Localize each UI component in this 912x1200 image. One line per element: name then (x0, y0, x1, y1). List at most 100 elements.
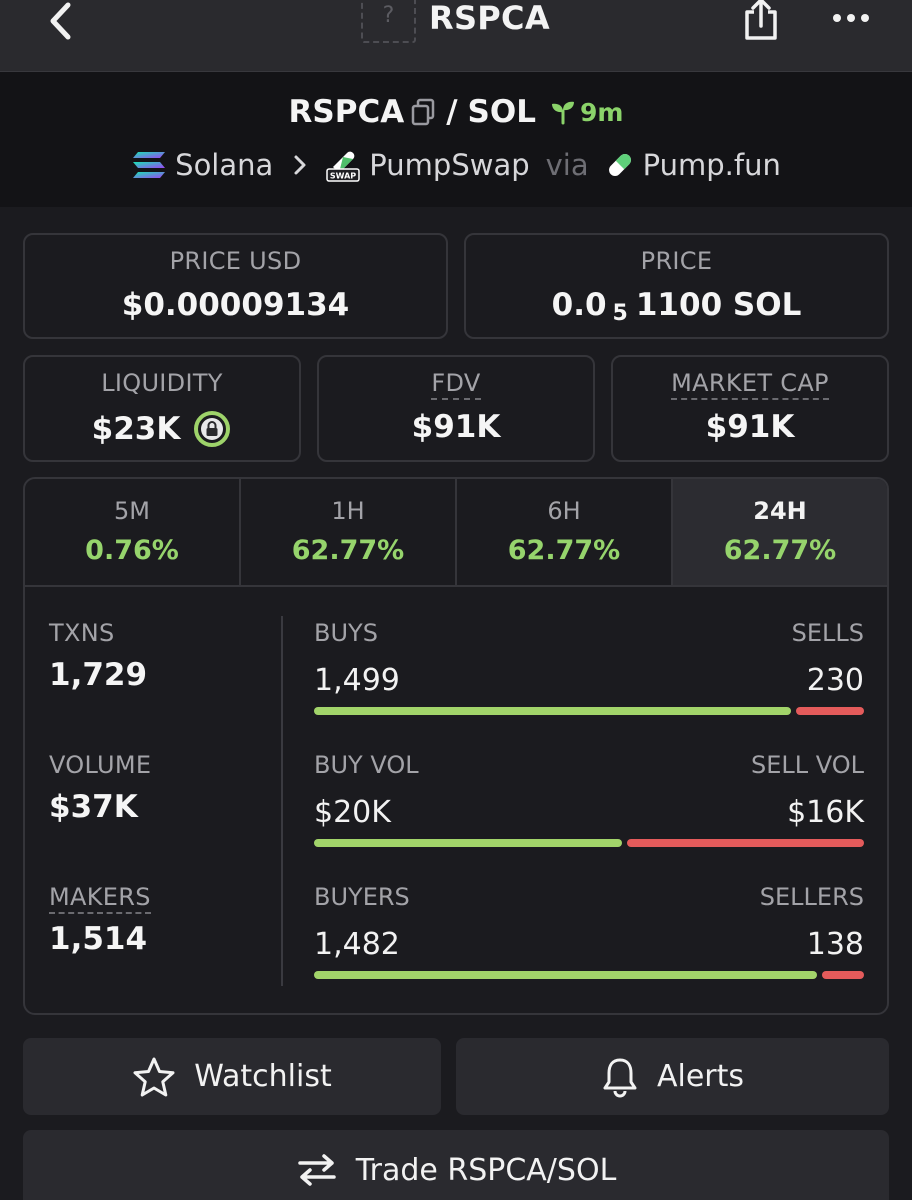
tab-24h[interactable]: 24H 62.77% (673, 479, 887, 585)
fdv-label[interactable]: FDV (431, 369, 481, 400)
sellers-label: SELLERS (759, 883, 864, 911)
base-token-symbol: RSPCA (288, 94, 405, 130)
copy-icon (411, 98, 435, 126)
price-usd-card: PRICE USD $0.00009134 (23, 233, 448, 339)
launchpad-name-link[interactable]: Pump.fun (643, 148, 781, 182)
sells-label: SELLS (791, 619, 864, 647)
seedling-icon (551, 101, 574, 125)
market-cap-value: $91K (613, 409, 887, 445)
more-dots-icon (833, 14, 869, 22)
pair-title: RSPCA / SOL 9m (0, 90, 912, 134)
price-zero-count: 5 (612, 300, 628, 326)
price-usd-value: $0.00009134 (25, 287, 446, 323)
buyers-label: BUYERS (314, 883, 410, 911)
dex-name-link[interactable]: PumpSwap (369, 148, 529, 182)
share-button[interactable] (736, 0, 786, 44)
price-native-prefix: 0.0 (551, 287, 607, 323)
star-icon (132, 1056, 176, 1098)
liquidity-text: $23K (91, 411, 181, 447)
fdv-text: $91K (411, 409, 501, 445)
price-usd-label: PRICE USD (169, 247, 302, 275)
tab-6h[interactable]: 6H 62.77% (457, 479, 673, 585)
back-button[interactable] (36, 0, 86, 44)
makers-metric: MAKERS 1,514 (49, 883, 151, 957)
alerts-button[interactable]: Alerts (456, 1038, 889, 1115)
makers-value: 1,514 (49, 921, 148, 957)
buyers-sellers-group: BUYERS SELLERS 1,482 138 (314, 883, 864, 983)
makers-label-wrap: MAKERS (49, 883, 151, 914)
chain-name-link[interactable]: Solana (175, 148, 273, 182)
trade-label: Trade RSPCA/SOL (355, 1152, 617, 1188)
price-native-card: PRICE 0.0 5 1100 SOL (464, 233, 889, 339)
price-native-value: 0.0 5 1100 SOL (466, 287, 887, 326)
watchlist-button[interactable]: Watchlist (23, 1038, 441, 1115)
volume-split-group: BUY VOL SELL VOL $20K $16K (314, 751, 864, 851)
buys-value: 1,499 (314, 663, 400, 698)
tab-label: 5M (114, 497, 150, 525)
sellers-bar-segment (822, 971, 864, 979)
volume-ratio-bar (314, 839, 864, 847)
makers-label[interactable]: MAKERS (49, 883, 151, 914)
lock-icon[interactable] (192, 409, 232, 449)
tab-label: 6H (547, 497, 581, 525)
volume-value: $37K (49, 789, 138, 825)
fdv-value: $91K (319, 409, 593, 445)
pair-separator: / (446, 94, 458, 130)
via-label: via (545, 148, 589, 182)
price-native-suffix: 1100 SOL (635, 287, 802, 323)
pumpswap-icon: SWAP (325, 147, 361, 183)
tab-label: 24H (753, 497, 807, 525)
buys-sells-ratio-bar (314, 707, 864, 715)
trade-button[interactable]: Trade RSPCA/SOL (23, 1130, 889, 1200)
price-usd-text: $0.00009134 (121, 287, 350, 323)
tab-change: 62.77% (507, 535, 621, 566)
timeframe-tabs: 5M 0.76% 1H 62.77% 6H 62.77% 24H 62.77% (25, 479, 887, 587)
chevron-right-icon (293, 154, 307, 176)
svg-text:SWAP: SWAP (330, 172, 356, 181)
buyers-bar-segment (314, 971, 818, 979)
market-cap-text: $91K (705, 409, 795, 445)
tab-5m[interactable]: 5M 0.76% (25, 479, 241, 585)
token-avatar-placeholder: ? (361, 0, 416, 43)
tab-change: 0.76% (85, 535, 179, 566)
market-cap-card: MARKET CAP $91K (611, 355, 889, 462)
price-native-label: PRICE (640, 247, 713, 275)
pair-age-text: 9m (579, 97, 624, 127)
volume-label: VOLUME (49, 751, 152, 779)
sell-vol-value: $16K (787, 795, 864, 830)
copy-address-button[interactable] (410, 98, 436, 126)
sell-vol-label: SELL VOL (750, 751, 864, 779)
swap-arrows-icon (296, 1153, 338, 1187)
quote-token-symbol: SOL (467, 94, 536, 130)
buy-bar-segment (314, 707, 791, 715)
tab-change: 62.77% (723, 535, 837, 566)
buyers-ratio-bar (314, 971, 864, 979)
sells-value: 230 (806, 663, 864, 698)
watchlist-label: Watchlist (194, 1059, 332, 1094)
buyers-value: 1,482 (314, 927, 400, 962)
chain-route: Solana SWAP PumpSwap via Pump.fun (0, 142, 912, 188)
fdv-label-wrap: FDV (319, 369, 593, 400)
solana-chain-icon (131, 150, 167, 180)
tab-label: 1H (331, 497, 365, 525)
txns-label: TXNS (49, 619, 115, 647)
more-options-button[interactable] (826, 0, 876, 38)
page-title: RSPCA (429, 0, 550, 37)
sell-vol-bar-segment (627, 839, 864, 847)
market-cap-label[interactable]: MARKET CAP (671, 369, 829, 400)
pair-age: 9m (550, 98, 623, 127)
buys-sells-group: BUYS SELLS 1,499 230 (314, 619, 864, 719)
liquidity-label: LIQUIDITY (101, 369, 223, 397)
column-divider (281, 616, 283, 986)
liquidity-card: LIQUIDITY $23K (23, 355, 301, 462)
top-nav-bar: ? RSPCA (0, 0, 912, 72)
chevron-left-icon (50, 2, 71, 40)
tab-1h[interactable]: 1H 62.77% (241, 479, 457, 585)
buys-label: BUYS (314, 619, 378, 647)
tab-change: 62.77% (291, 535, 405, 566)
buy-vol-bar-segment (314, 839, 622, 847)
bell-icon (601, 1056, 639, 1098)
alerts-label: Alerts (656, 1059, 745, 1094)
avatar-placeholder-text: ? (382, 3, 395, 28)
market-cap-label-wrap: MARKET CAP (613, 369, 887, 400)
